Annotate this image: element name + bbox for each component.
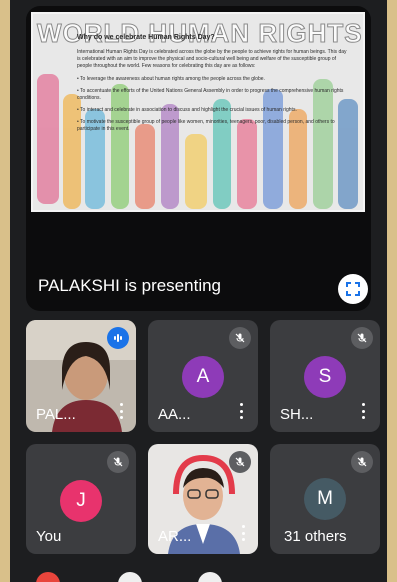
slide-bullet: • To leverage the awareness about human … (77, 76, 265, 82)
speaking-indicator (107, 327, 129, 349)
more-vert-icon (362, 403, 365, 406)
slide-text-block: Why do we celebrate Human Rights Day? In… (77, 34, 349, 138)
shared-slide: WORLD HUMAN RIGHTS DAY Why do we celebra… (31, 12, 365, 212)
more-options-button[interactable] (120, 403, 124, 419)
participant-name: You (36, 528, 62, 545)
more-options-button[interactable] (240, 403, 244, 419)
mic-off-icon (357, 457, 367, 467)
mic-off-indicator (229, 451, 251, 473)
avatar: A (182, 356, 224, 398)
mic-off-indicator (107, 451, 129, 473)
bottom-controls-peek (36, 572, 222, 582)
participant-name: 31 others (284, 528, 347, 545)
fullscreen-button[interactable] (338, 274, 368, 304)
more-options-button[interactable] (242, 525, 246, 541)
slide-bullet: • To accentuate the efforts of the Unite… (77, 88, 344, 101)
mic-off-icon (235, 457, 245, 467)
participant-name: PAL... (36, 406, 76, 423)
participant-tile-others[interactable]: M 31 others (270, 444, 380, 554)
mic-off-icon (357, 333, 367, 343)
participant-tile-you[interactable]: J You (26, 444, 136, 554)
more-vert-icon (120, 403, 123, 406)
more-options-button[interactable] (362, 403, 366, 419)
avatar: M (304, 478, 346, 520)
presentation-tile[interactable]: WORLD HUMAN RIGHTS DAY Why do we celebra… (26, 6, 371, 311)
fullscreen-icon (346, 282, 360, 296)
meeting-screen: WORLD HUMAN RIGHTS DAY Why do we celebra… (10, 0, 387, 582)
avatar: J (60, 480, 102, 522)
slide-paragraph: International Human Rights Day is celebr… (77, 49, 347, 69)
mic-off-icon (235, 333, 245, 343)
participant-tile-ar[interactable]: AR... (148, 444, 258, 554)
mic-off-indicator (229, 327, 251, 349)
mic-off-indicator (351, 451, 373, 473)
mic-off-indicator (351, 327, 373, 349)
slide-bullet: • To interact and celebrate in associati… (77, 107, 297, 113)
participant-name: SH... (280, 406, 314, 423)
slide-bullet: • To motivate the susceptible group of p… (77, 119, 335, 132)
presenter-label: PALAKSHI is presenting (38, 276, 221, 295)
participant-tile-aa[interactable]: A AA... (148, 320, 258, 432)
mic-off-icon (113, 457, 123, 467)
participant-tile-sh[interactable]: S SH... (270, 320, 380, 432)
avatar: S (304, 356, 346, 398)
slide-heading: Why do we celebrate Human Rights Day? (77, 34, 215, 41)
audio-level-icon (114, 334, 122, 342)
participant-name: AA... (158, 406, 191, 423)
more-vert-icon (240, 403, 243, 406)
more-vert-icon (242, 525, 245, 528)
participant-name: AR... (158, 528, 192, 545)
participant-tile-pal[interactable]: PAL... (26, 320, 136, 432)
